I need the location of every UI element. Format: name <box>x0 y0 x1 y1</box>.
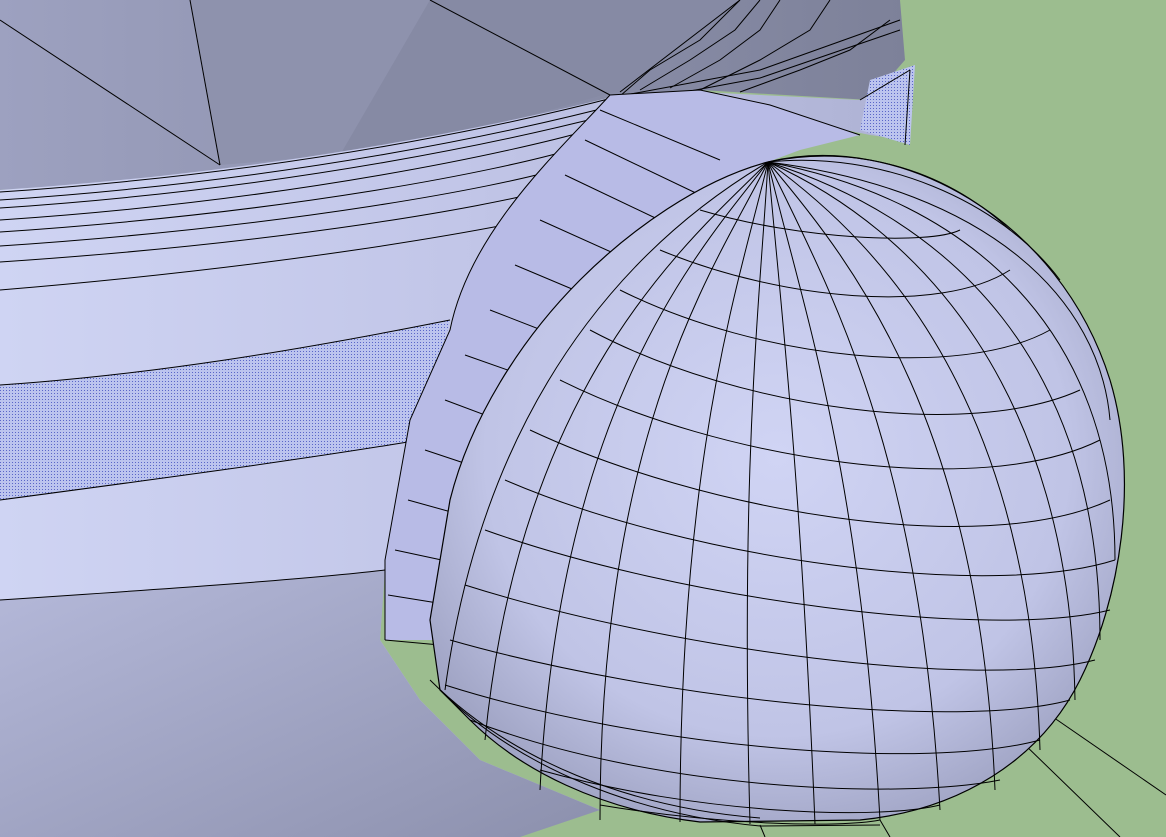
model-canvas[interactable] <box>0 0 1166 837</box>
sketchup-3d-viewport[interactable] <box>0 0 1166 837</box>
